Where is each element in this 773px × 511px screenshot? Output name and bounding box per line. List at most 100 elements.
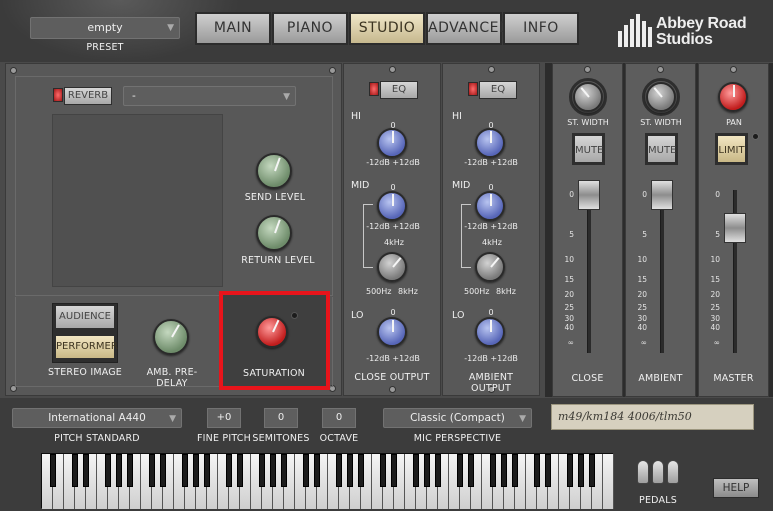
sustain-pedal-icon[interactable] bbox=[667, 460, 679, 484]
master-limit-button[interactable]: LIMIT bbox=[715, 133, 748, 165]
black-key[interactable] bbox=[258, 454, 266, 487]
close-stereo-width-knob[interactable] bbox=[573, 82, 603, 112]
close-fader-scale: 0 5 10 15 20 25 30 40 ∞ bbox=[564, 190, 574, 347]
black-key[interactable] bbox=[412, 454, 420, 487]
black-key[interactable] bbox=[82, 454, 90, 487]
logo-line2: Studios bbox=[656, 31, 713, 48]
black-key[interactable] bbox=[467, 454, 475, 487]
amb-pre-delay-knob[interactable] bbox=[153, 319, 189, 355]
audience-button[interactable]: AUDIENCE bbox=[55, 305, 115, 329]
ambient-mute-button[interactable]: MUTE bbox=[645, 133, 678, 165]
white-key[interactable] bbox=[603, 454, 614, 509]
piano-keyboard[interactable] bbox=[41, 453, 614, 509]
black-key[interactable] bbox=[203, 454, 211, 487]
black-key[interactable] bbox=[588, 454, 596, 487]
close-mid-label: MID bbox=[351, 180, 370, 191]
black-key[interactable] bbox=[280, 454, 288, 487]
performer-button[interactable]: PERFORMER bbox=[55, 335, 118, 359]
black-key[interactable] bbox=[533, 454, 541, 487]
black-key[interactable] bbox=[379, 454, 387, 487]
mic-perspective-dropdown[interactable]: Classic (Compact) ▼ bbox=[383, 408, 532, 428]
black-key[interactable] bbox=[335, 454, 343, 487]
black-key[interactable] bbox=[148, 454, 156, 487]
mic-perspective-label: MIC PERSPECTIVE bbox=[413, 433, 502, 444]
reverb-display bbox=[52, 114, 223, 287]
ambient-eq-button[interactable]: EQ bbox=[479, 81, 517, 99]
close-mute-button[interactable]: MUTE bbox=[572, 133, 605, 165]
black-key[interactable] bbox=[577, 454, 585, 487]
screw-icon bbox=[389, 66, 396, 73]
close-hi-knob[interactable] bbox=[377, 128, 407, 158]
ambient-hi-knob[interactable] bbox=[475, 128, 505, 158]
black-key[interactable] bbox=[115, 454, 123, 487]
tab-main[interactable]: MAIN bbox=[195, 12, 271, 45]
mic-perspective-value: Classic (Compact) bbox=[410, 412, 505, 424]
fine-pitch-field[interactable]: +0 bbox=[207, 408, 241, 428]
tab-info[interactable]: INFO bbox=[503, 12, 579, 45]
black-key[interactable] bbox=[511, 454, 519, 487]
close-mid-freq-low: 500Hz bbox=[366, 287, 392, 296]
sostenuto-pedal-icon[interactable] bbox=[652, 460, 664, 484]
black-key[interactable] bbox=[357, 454, 365, 487]
black-key[interactable] bbox=[489, 454, 497, 487]
reverb-button[interactable]: REVERB bbox=[64, 87, 112, 105]
ambient-lo-knob[interactable] bbox=[475, 317, 505, 347]
fine-pitch-label: FINE PITCH bbox=[197, 433, 251, 444]
soft-pedal-icon[interactable] bbox=[637, 460, 649, 484]
black-key[interactable] bbox=[390, 454, 398, 487]
octave-label: OCTAVE bbox=[319, 433, 359, 444]
master-fader-scale: 0 5 10 15 20 25 30 40 ∞ bbox=[710, 190, 720, 347]
tab-piano[interactable]: PIANO bbox=[272, 12, 348, 45]
black-key[interactable] bbox=[181, 454, 189, 487]
black-key[interactable] bbox=[159, 454, 167, 487]
tab-advanced[interactable]: ADVANCED bbox=[426, 12, 510, 45]
saturation-knob[interactable] bbox=[256, 316, 288, 348]
black-key[interactable] bbox=[544, 454, 552, 487]
black-key[interactable] bbox=[269, 454, 277, 487]
black-key[interactable] bbox=[104, 454, 112, 487]
close-mid-gain-knob[interactable] bbox=[377, 191, 407, 221]
reverb-preset-value: - bbox=[132, 90, 136, 102]
pitch-standard-value: International A440 bbox=[48, 412, 146, 424]
close-lo-knob[interactable] bbox=[377, 317, 407, 347]
black-key[interactable] bbox=[423, 454, 431, 487]
semitones-field[interactable]: 0 bbox=[264, 408, 298, 428]
return-level-knob[interactable] bbox=[256, 215, 292, 251]
black-key[interactable] bbox=[500, 454, 508, 487]
ambient-mid-freq-knob[interactable] bbox=[475, 252, 505, 282]
black-key[interactable] bbox=[566, 454, 574, 487]
black-key[interactable] bbox=[71, 454, 79, 487]
screw-icon bbox=[730, 66, 737, 73]
ambient-mid-freq-top: 4kHz bbox=[482, 238, 502, 247]
black-key[interactable] bbox=[434, 454, 442, 487]
black-key[interactable] bbox=[456, 454, 464, 487]
reverb-preset-dropdown[interactable]: - ▼ bbox=[123, 86, 296, 106]
tab-studio[interactable]: STUDIO bbox=[349, 12, 425, 45]
octave-field[interactable]: 0 bbox=[322, 408, 356, 428]
black-key[interactable] bbox=[225, 454, 233, 487]
black-key[interactable] bbox=[302, 454, 310, 487]
close-mid-freq-knob[interactable] bbox=[377, 252, 407, 282]
close-mid-freq-top: 4kHz bbox=[384, 238, 404, 247]
pitch-standard-dropdown[interactable]: International A440 ▼ bbox=[12, 408, 182, 428]
help-button[interactable]: HELP bbox=[713, 478, 759, 498]
black-key[interactable] bbox=[236, 454, 244, 487]
send-level-knob[interactable] bbox=[256, 153, 292, 189]
master-pan-knob[interactable] bbox=[718, 82, 748, 112]
preset-value: empty bbox=[87, 21, 123, 34]
ambient-channel-name: AMBIENT bbox=[638, 373, 683, 384]
ambient-stereo-width-knob[interactable] bbox=[646, 82, 676, 112]
preset-dropdown[interactable]: empty ▼ bbox=[30, 17, 180, 39]
black-key[interactable] bbox=[126, 454, 134, 487]
ambient-mid-freq-low: 500Hz bbox=[464, 287, 490, 296]
black-key[interactable] bbox=[346, 454, 354, 487]
ambient-lo-range: -12dB +12dB bbox=[464, 354, 518, 363]
black-key[interactable] bbox=[49, 454, 57, 487]
ambient-mid-gain-knob[interactable] bbox=[475, 191, 505, 221]
close-eq-button[interactable]: EQ bbox=[380, 81, 418, 99]
close-hi-label: HI bbox=[351, 111, 361, 122]
chevron-down-icon: ▼ bbox=[169, 414, 176, 424]
black-key[interactable] bbox=[313, 454, 321, 487]
preset-label: PRESET bbox=[86, 42, 124, 53]
black-key[interactable] bbox=[192, 454, 200, 487]
